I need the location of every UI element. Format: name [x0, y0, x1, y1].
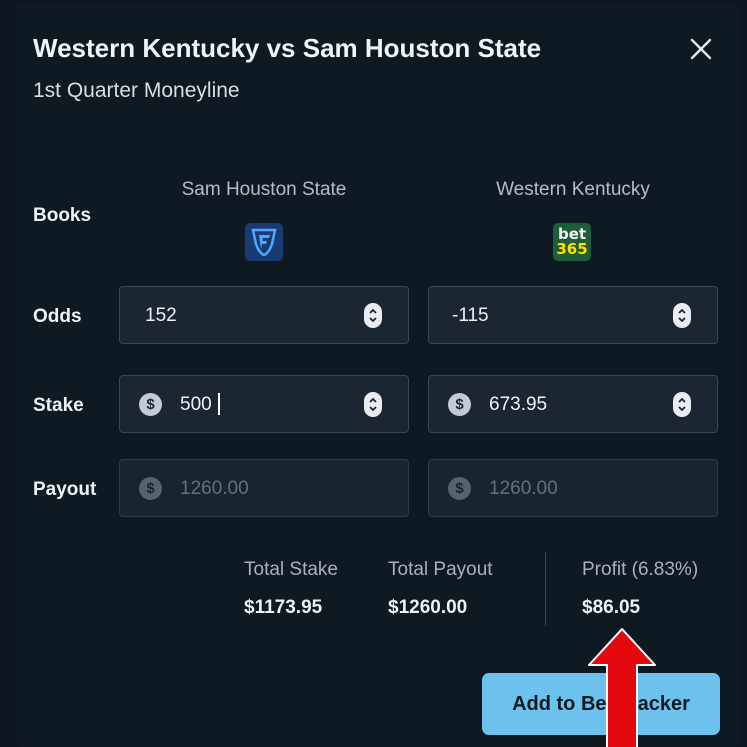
total-payout-value: $1260.00 [388, 597, 468, 618]
modal-subtitle: 1st Quarter Moneyline [33, 79, 240, 102]
stake-stepper-team-1[interactable] [364, 392, 382, 417]
text-cursor [218, 393, 220, 415]
annotation-arrow-icon [588, 628, 656, 747]
odds-input-team-2[interactable]: -115 [428, 286, 718, 344]
column-header-team-1: Sam Houston State [181, 179, 347, 200]
bet-calculator-modal: Western Kentucky vs Sam Houston State 1s… [15, 3, 741, 747]
odds-stepper-team-2[interactable] [673, 303, 691, 328]
payout-field-team-2: $ 1260.00 [428, 459, 718, 517]
profit-value: $86.05 [582, 597, 641, 618]
profit-label: Profit (6.83%) [582, 559, 699, 580]
summary-divider [545, 552, 546, 626]
dollar-icon: $ [448, 393, 471, 416]
stake-input-team-2[interactable]: $ 673.95 [428, 375, 718, 433]
payout-field-team-1: $ 1260.00 [119, 459, 409, 517]
payout-label: Payout [33, 479, 97, 500]
stake-stepper-team-2[interactable] [673, 392, 691, 417]
dollar-icon: $ [139, 477, 162, 500]
odds-input-team-1[interactable]: 152 [119, 286, 409, 344]
fanduel-logo-icon [245, 223, 283, 261]
dollar-icon: $ [448, 477, 471, 500]
bet365-logo-icon: bet 365 [553, 223, 591, 261]
books-label: Books [33, 205, 92, 226]
total-payout-label: Total Payout [388, 559, 493, 580]
total-stake-value: $1173.95 [244, 597, 323, 618]
odds-stepper-team-1[interactable] [364, 303, 382, 328]
total-stake-label: Total Stake [244, 559, 338, 580]
stake-input-team-1[interactable]: $ 500 [119, 375, 409, 433]
column-header-team-2: Western Kentucky [496, 179, 650, 200]
dollar-icon: $ [139, 393, 162, 416]
modal-title: Western Kentucky vs Sam Houston State [33, 33, 542, 63]
stake-label: Stake [33, 395, 84, 416]
close-icon[interactable] [689, 37, 713, 61]
odds-label: Odds [33, 306, 82, 327]
